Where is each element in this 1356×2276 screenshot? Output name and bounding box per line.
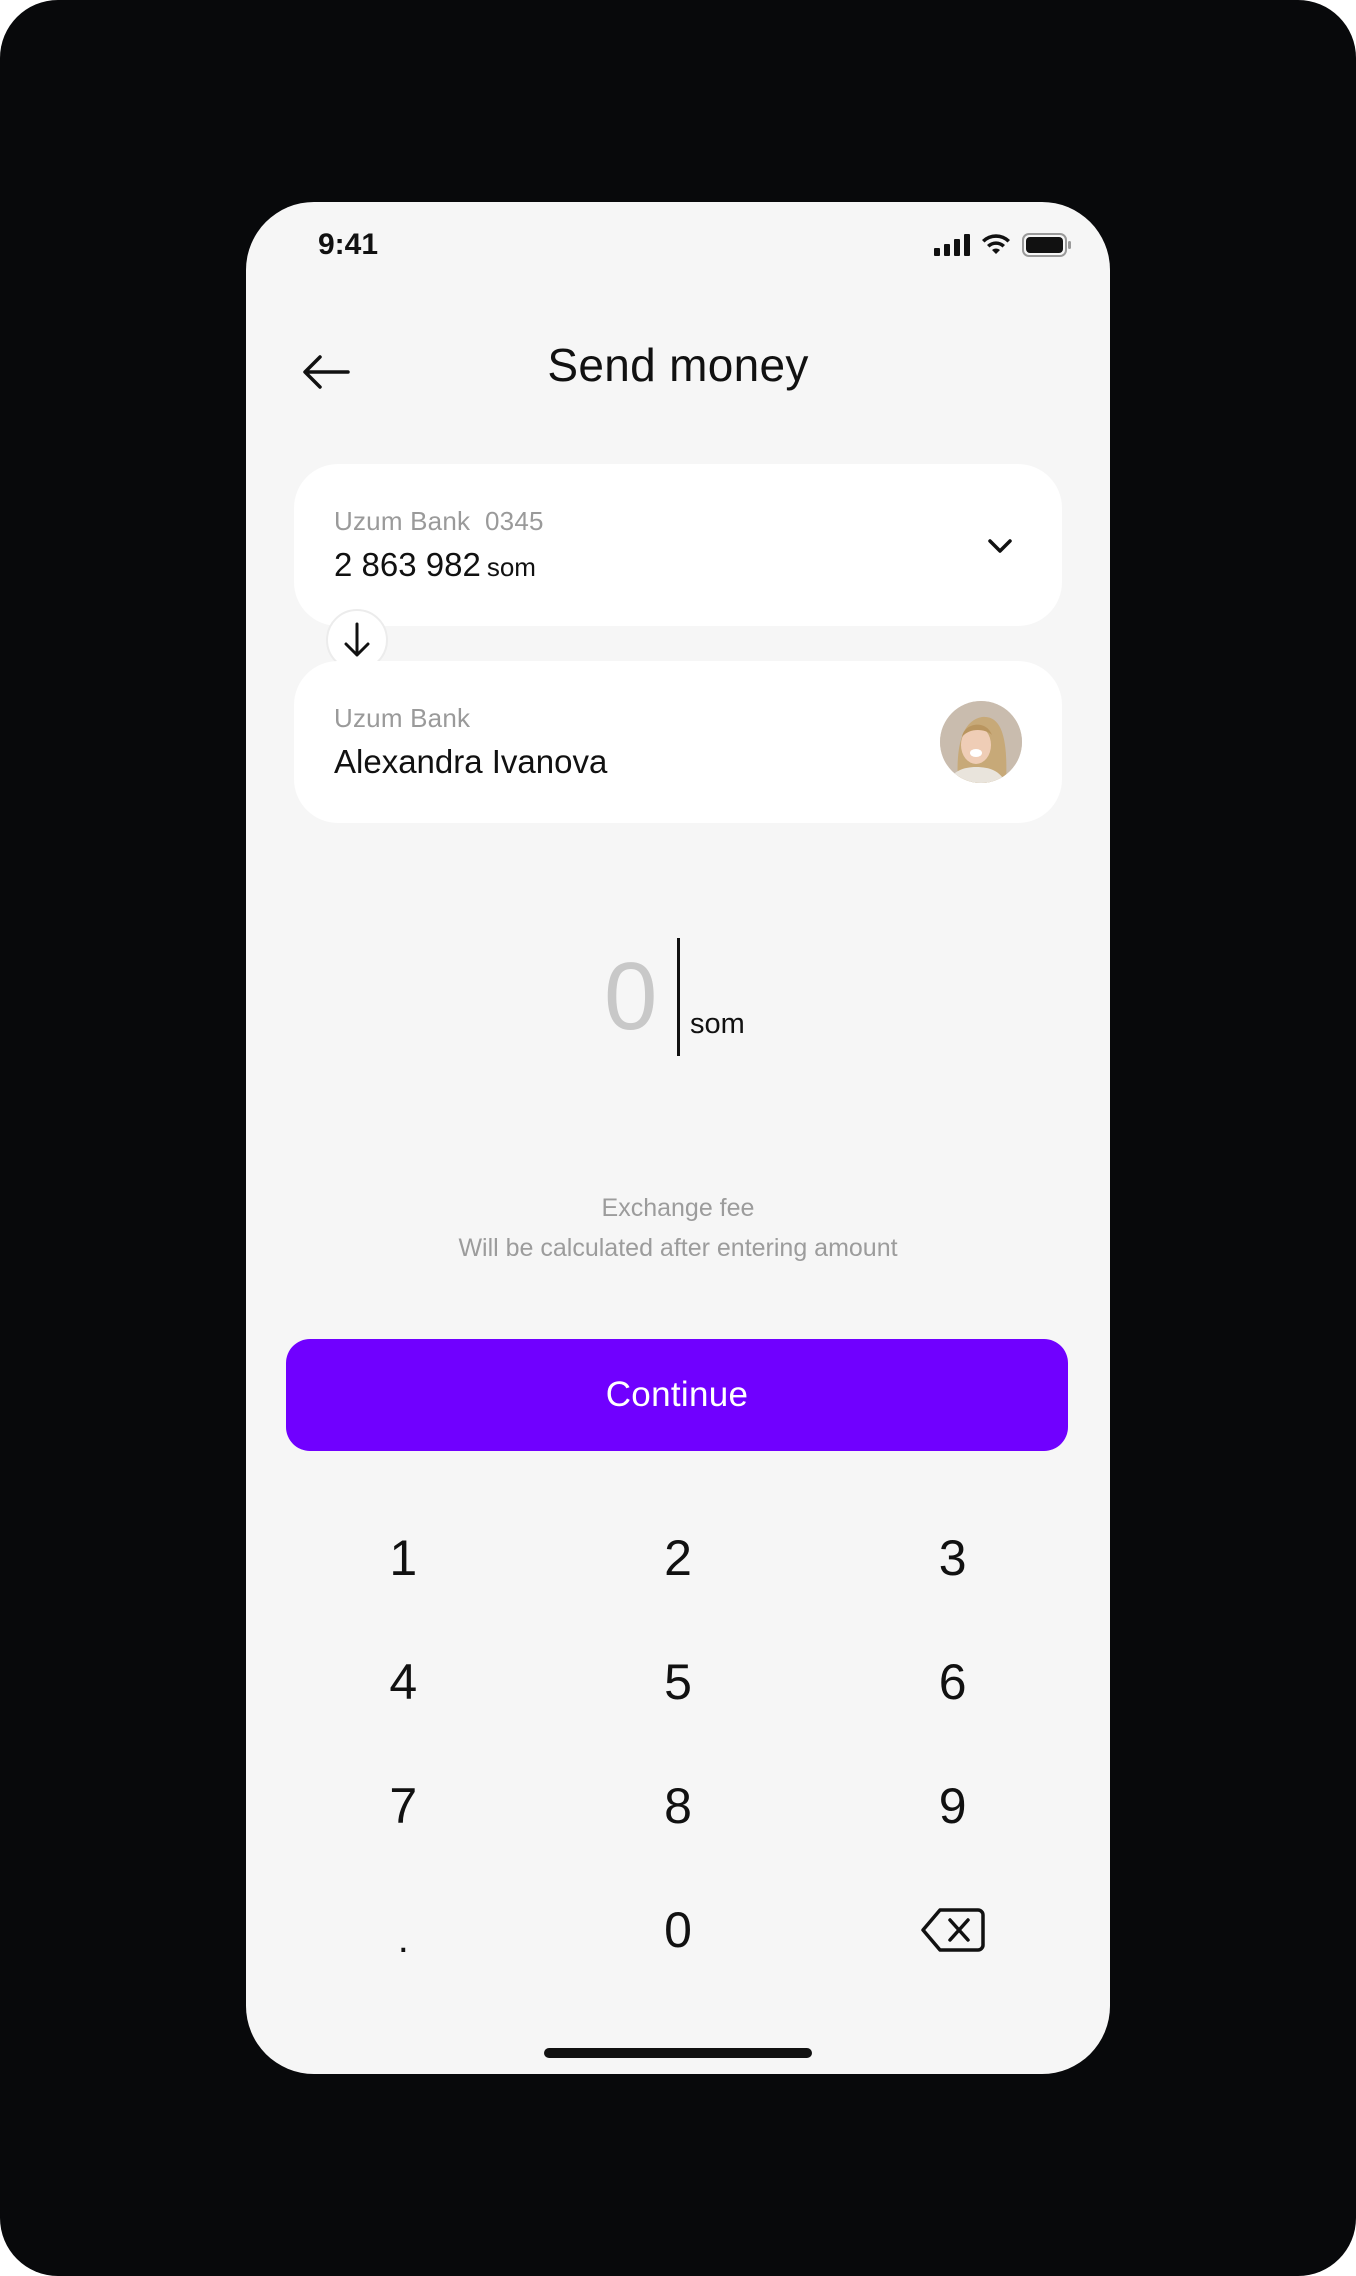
key-0[interactable]: 0 <box>541 1868 816 1992</box>
amount-unit: som <box>690 1008 745 1040</box>
source-account-card[interactable]: Uzum Bank 0345 2 863 982 som <box>294 464 1062 626</box>
arrow-down-icon <box>344 622 370 657</box>
key-7[interactable]: 7 <box>266 1744 541 1868</box>
recipient-name: Alexandra Ivanova <box>334 743 608 780</box>
status-time: 9:41 <box>318 228 379 261</box>
source-account-balance: 2 863 982 som <box>334 546 536 584</box>
avatar-photo <box>940 701 1022 783</box>
exchange-fee-description: Will be calculated after entering amount <box>458 1234 898 1262</box>
key-4[interactable]: 4 <box>266 1620 541 1744</box>
numeric-keypad: 1 2 3 4 5 6 7 8 9 . 0 <box>266 1496 1090 1992</box>
recipient-bank-label: Uzum Bank <box>334 703 471 733</box>
key-2[interactable]: 2 <box>541 1496 816 1620</box>
key-9[interactable]: 9 <box>815 1744 1090 1868</box>
chevron-down-icon <box>988 539 1012 553</box>
account-dropdown-button[interactable] <box>982 528 1018 564</box>
backspace-button[interactable] <box>815 1868 1090 1992</box>
exchange-fee-title: Exchange fee <box>601 1194 755 1222</box>
home-indicator <box>544 2048 812 2058</box>
device-frame: 9:41 Send money Uzum Bank 0345 2 863 982… <box>0 0 1356 2276</box>
amount-value: 0 <box>604 943 658 1050</box>
key-5[interactable]: 5 <box>541 1620 816 1744</box>
key-3[interactable]: 3 <box>815 1496 1090 1620</box>
text-caret <box>677 938 680 1056</box>
continue-button[interactable]: Continue <box>286 1339 1068 1451</box>
wifi-icon <box>982 234 1010 254</box>
status-icons <box>934 232 1072 258</box>
amount-input[interactable]: 0 som <box>246 932 1110 1062</box>
key-6[interactable]: 6 <box>815 1620 1090 1744</box>
balance-amount: 2 863 982 <box>334 546 481 583</box>
backspace-icon <box>920 1908 985 1952</box>
signal-icon <box>934 234 970 256</box>
key-1[interactable]: 1 <box>266 1496 541 1620</box>
battery-icon <box>1022 233 1071 257</box>
source-account-label: Uzum Bank 0345 <box>334 506 544 536</box>
phone-screen: 9:41 Send money Uzum Bank 0345 2 863 982… <box>246 202 1110 2074</box>
avatar <box>940 701 1022 783</box>
key-8[interactable]: 8 <box>541 1744 816 1868</box>
key-decimal[interactable]: . <box>266 1868 541 1992</box>
balance-unit: som <box>486 552 536 582</box>
recipient-card[interactable]: Uzum Bank Alexandra Ivanova <box>294 661 1062 823</box>
page-title: Send money <box>547 339 809 391</box>
